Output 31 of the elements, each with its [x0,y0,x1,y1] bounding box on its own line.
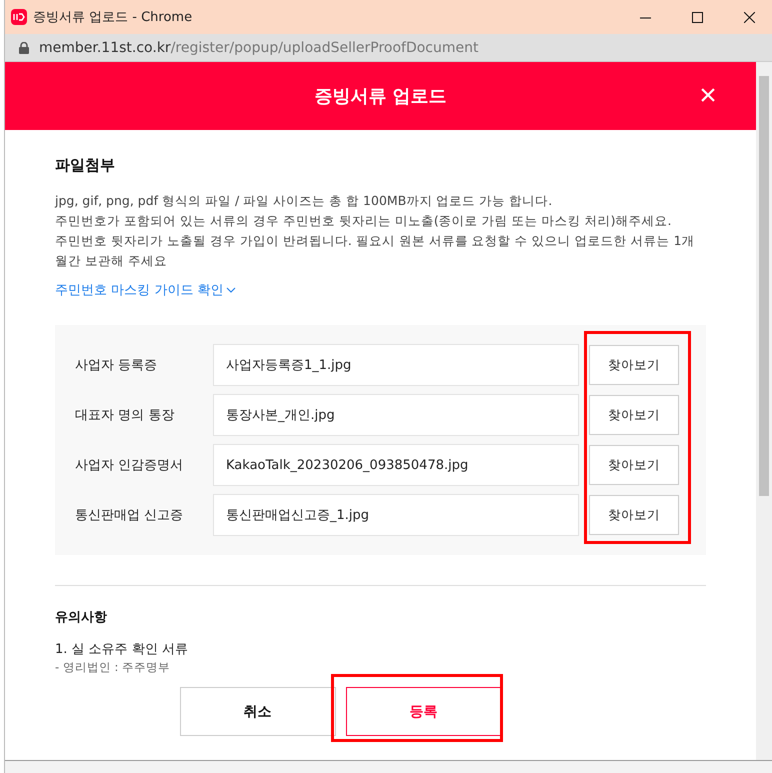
dialog-title: 증빙서류 업로드 [314,85,447,108]
masking-guide-link[interactable]: 주민번호 마스킹 가이드 확인 [55,281,236,299]
document-label: 통신판매업 신고증 [75,507,184,524]
document-label: 사업자 인감증명서 [75,457,184,474]
note-subitem: - 영리법인 : 주주명부 [55,660,171,675]
window-title: 증빙서류 업로드 - Chrome [33,9,194,26]
notice-text: 주민번호가 포함되어 있는 서류의 경우 주민번호 뒷자리는 미노출(종이로 가림 또는 마스킹 처리)해주세요. [55,212,672,230]
browse-button[interactable]: 찾아보기 [589,495,679,535]
document-label: 대표자 명의 통장 [75,407,176,424]
notice-text: 주민번호 뒷자리가 노출될 경우 가입이 반려됩니다. 필요시 원본 서류를 요청할 수 있으니 업로드한 서류는 1개월간 보관해 주세요 [55,232,696,270]
browse-button[interactable]: 찾아보기 [589,345,679,385]
lock-icon [19,42,29,54]
notes-heading: 유의사항 [55,609,108,626]
browse-button[interactable]: 찾아보기 [589,445,679,485]
app-logo-icon [11,9,27,25]
file-name-field[interactable]: 통장사본_개인.jpg [213,394,579,436]
cancel-button[interactable]: 취소 [180,687,336,736]
file-name-field[interactable]: 통신판매업신고증_1.jpg [213,494,579,536]
note-item: 1. 실 소유주 확인 서류 [55,641,189,658]
maximize-icon [692,12,702,22]
register-button[interactable]: 등록 [346,687,502,736]
file-name-field[interactable]: KakaoTalk_20230206_093850478.jpg [213,444,579,486]
scrollbar[interactable] [756,62,772,760]
document-label: 사업자 등록증 [75,357,158,374]
chevron-down-icon [226,287,236,293]
notice-text: jpg, gif, png, pdf 형식의 파일 / 파일 사이즈는 총 합 100MB까지 업로드 가능 합니다. [55,192,554,210]
browse-button[interactable]: 찾아보기 [589,395,679,435]
close-button[interactable]: × [696,84,720,108]
section-heading: 파일첨부 [55,156,116,175]
file-name-field[interactable]: 사업자등록증1_1.jpg [213,344,579,386]
close-icon [744,12,754,22]
